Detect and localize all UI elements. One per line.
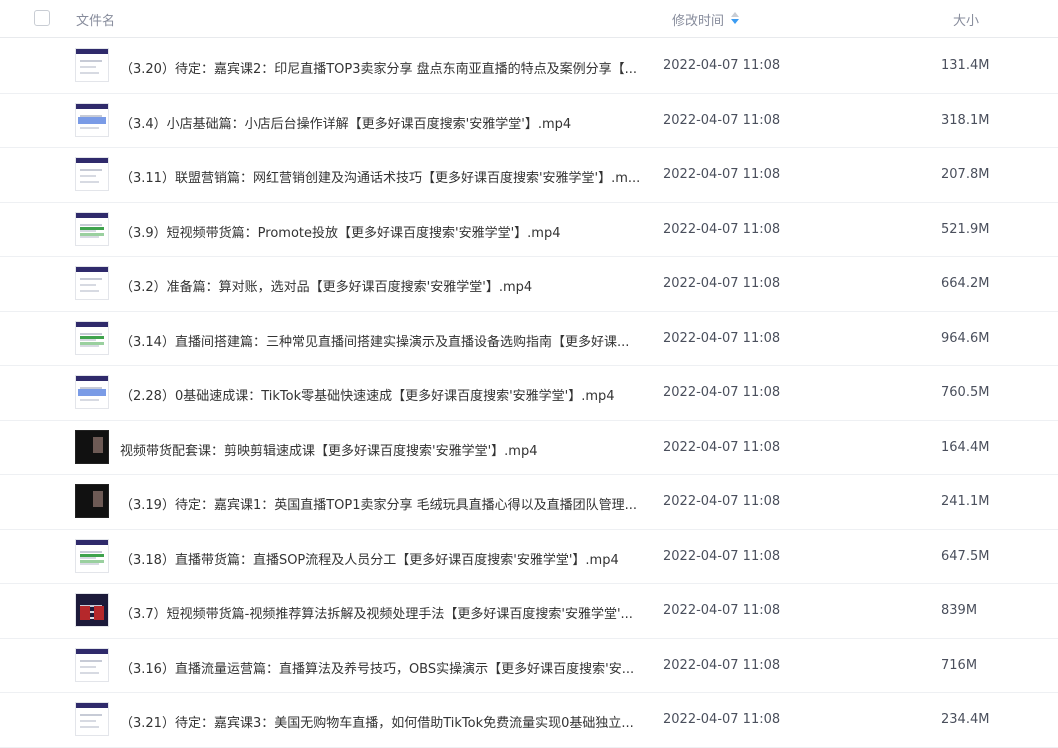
file-list-header: 文件名 修改时间 大小 <box>0 0 1058 38</box>
sort-desc-icon[interactable] <box>731 12 739 24</box>
file-name-link[interactable]: （3.18）直播带货篇：直播SOP流程及人员分工【更多好课百度搜索'安雅学堂'】… <box>120 549 640 568</box>
file-row[interactable]: （3.19）待定：嘉宾课1：英国直播TOP1卖家分享 毛绒玩具直播心得以及直播团… <box>0 475 1058 530</box>
file-modified-time: 2022-04-07 11:08 <box>663 548 781 564</box>
video-thumbnail[interactable] <box>75 538 109 573</box>
file-modified-time: 2022-04-07 11:08 <box>663 167 781 182</box>
file-name-link[interactable]: （3.4）小店基础篇：小店后台操作详解【更多好课百度搜索'安雅学堂'】.mp4 <box>120 113 640 132</box>
video-thumbnail[interactable] <box>75 593 109 627</box>
video-thumbnail[interactable] <box>75 375 109 409</box>
video-thumbnail[interactable] <box>75 484 109 518</box>
file-row[interactable]: （3.21）待定：嘉宾课3：美国无购物车直播，如何借助TikTok免费流量实现0… <box>0 693 1058 748</box>
file-list: （3.20）待定：嘉宾课2：印尼直播TOP3卖家分享 盘点东南亚直播的特点及案例… <box>0 39 1058 748</box>
file-row[interactable]: （3.20）待定：嘉宾课2：印尼直播TOP3卖家分享 盘点东南亚直播的特点及案例… <box>0 39 1058 94</box>
file-row[interactable]: （3.2）准备篇：算对账，选对品【更多好课百度搜索'安雅学堂'】.mp4 2022… <box>0 257 1058 312</box>
file-row[interactable]: （3.9）短视频带货篇：Promote投放【更多好课百度搜索'安雅学堂'】.mp… <box>0 203 1058 257</box>
file-size: 164.4M <box>941 439 990 455</box>
file-row[interactable]: （3.16）直播流量运营篇：直播算法及养号技巧，OBS实操演示【更多好课百度搜索… <box>0 639 1058 693</box>
file-size: 647.5M <box>941 548 990 564</box>
file-name-link[interactable]: （3.21）待定：嘉宾课3：美国无购物车直播，如何借助TikTok免费流量实现0… <box>120 712 640 731</box>
file-size: 839M <box>941 603 978 618</box>
file-row[interactable]: （3.18）直播带货篇：直播SOP流程及人员分工【更多好课百度搜索'安雅学堂'】… <box>0 530 1058 584</box>
file-size: 241.1M <box>941 494 990 509</box>
file-modified-time: 2022-04-07 11:08 <box>663 385 781 400</box>
file-name-link[interactable]: （2.28）0基础速成课：TikTok零基础快速速成【更多好课百度搜索'安雅学堂… <box>120 385 640 404</box>
video-thumbnail[interactable] <box>75 429 109 464</box>
file-modified-time: 2022-04-07 11:08 <box>663 603 781 618</box>
file-name-link[interactable]: （3.20）待定：嘉宾课2：印尼直播TOP3卖家分享 盘点东南亚直播的特点及案例… <box>120 58 640 77</box>
file-size: 664.2M <box>941 276 990 291</box>
file-modified-time: 2022-04-07 11:08 <box>663 657 781 673</box>
file-modified-time: 2022-04-07 11:08 <box>663 494 781 509</box>
video-thumbnail[interactable] <box>75 102 109 137</box>
file-modified-time: 2022-04-07 11:08 <box>663 330 781 346</box>
video-thumbnail[interactable] <box>75 48 109 82</box>
column-header-name[interactable]: 文件名 <box>76 10 115 29</box>
file-name-link[interactable]: （3.11）联盟营销篇：网红营销创建及沟通话术技巧【更多好课百度搜索'安雅学堂'… <box>120 167 640 186</box>
file-size: 964.6M <box>941 330 990 346</box>
file-modified-time: 2022-04-07 11:08 <box>663 712 781 727</box>
file-modified-time: 2022-04-07 11:08 <box>663 221 781 237</box>
file-size: 207.8M <box>941 167 990 182</box>
file-size: 521.9M <box>941 221 990 237</box>
file-modified-time: 2022-04-07 11:08 <box>663 276 781 291</box>
file-row[interactable]: （3.7）短视频带货篇-视频推荐算法拆解及视频处理手法【更多好课百度搜索'安雅学… <box>0 584 1058 639</box>
file-modified-time: 2022-04-07 11:08 <box>663 112 781 128</box>
video-thumbnail[interactable] <box>75 266 109 300</box>
file-row[interactable]: （3.11）联盟营销篇：网红营销创建及沟通话术技巧【更多好课百度搜索'安雅学堂'… <box>0 148 1058 203</box>
column-header-size[interactable]: 大小 <box>953 10 979 29</box>
file-row[interactable]: （2.28）0基础速成课：TikTok零基础快速速成【更多好课百度搜索'安雅学堂… <box>0 366 1058 421</box>
file-size: 131.4M <box>941 58 990 73</box>
video-thumbnail[interactable] <box>75 320 109 355</box>
file-name-link[interactable]: 视频带货配套课：剪映剪辑速成课【更多好课百度搜索'安雅学堂'】.mp4 <box>120 440 640 459</box>
file-name-link[interactable]: （3.7）短视频带货篇-视频推荐算法拆解及视频处理手法【更多好课百度搜索'安雅学… <box>120 603 640 622</box>
video-thumbnail[interactable] <box>75 702 109 736</box>
file-name-link[interactable]: （3.16）直播流量运营篇：直播算法及养号技巧，OBS实操演示【更多好课百度搜索… <box>120 658 640 677</box>
video-thumbnail[interactable] <box>75 157 109 191</box>
file-size: 760.5M <box>941 385 990 400</box>
select-all-checkbox[interactable] <box>34 10 50 26</box>
file-name-link[interactable]: （3.2）准备篇：算对账，选对品【更多好课百度搜索'安雅学堂'】.mp4 <box>120 276 640 295</box>
video-thumbnail[interactable] <box>75 647 109 682</box>
file-size: 234.4M <box>941 712 990 727</box>
file-name-link[interactable]: （3.9）短视频带货篇：Promote投放【更多好课百度搜索'安雅学堂'】.mp… <box>120 222 640 241</box>
file-name-link[interactable]: （3.19）待定：嘉宾课1：英国直播TOP1卖家分享 毛绒玩具直播心得以及直播团… <box>120 494 640 513</box>
file-row[interactable]: 视频带货配套课：剪映剪辑速成课【更多好课百度搜索'安雅学堂'】.mp4 2022-… <box>0 421 1058 475</box>
file-size: 318.1M <box>941 112 990 128</box>
column-header-modified-time[interactable]: 修改时间 <box>672 10 724 29</box>
file-row[interactable]: （3.14）直播间搭建篇：三种常见直播间搭建实操演示及直播设备选购指南【更多好课… <box>0 312 1058 366</box>
file-modified-time: 2022-04-07 11:08 <box>663 439 781 455</box>
video-thumbnail[interactable] <box>75 211 109 246</box>
file-name-link[interactable]: （3.14）直播间搭建篇：三种常见直播间搭建实操演示及直播设备选购指南【更多好课… <box>120 331 640 350</box>
file-row[interactable]: （3.4）小店基础篇：小店后台操作详解【更多好课百度搜索'安雅学堂'】.mp4 2… <box>0 94 1058 148</box>
file-size: 716M <box>941 657 978 673</box>
file-modified-time: 2022-04-07 11:08 <box>663 58 781 73</box>
